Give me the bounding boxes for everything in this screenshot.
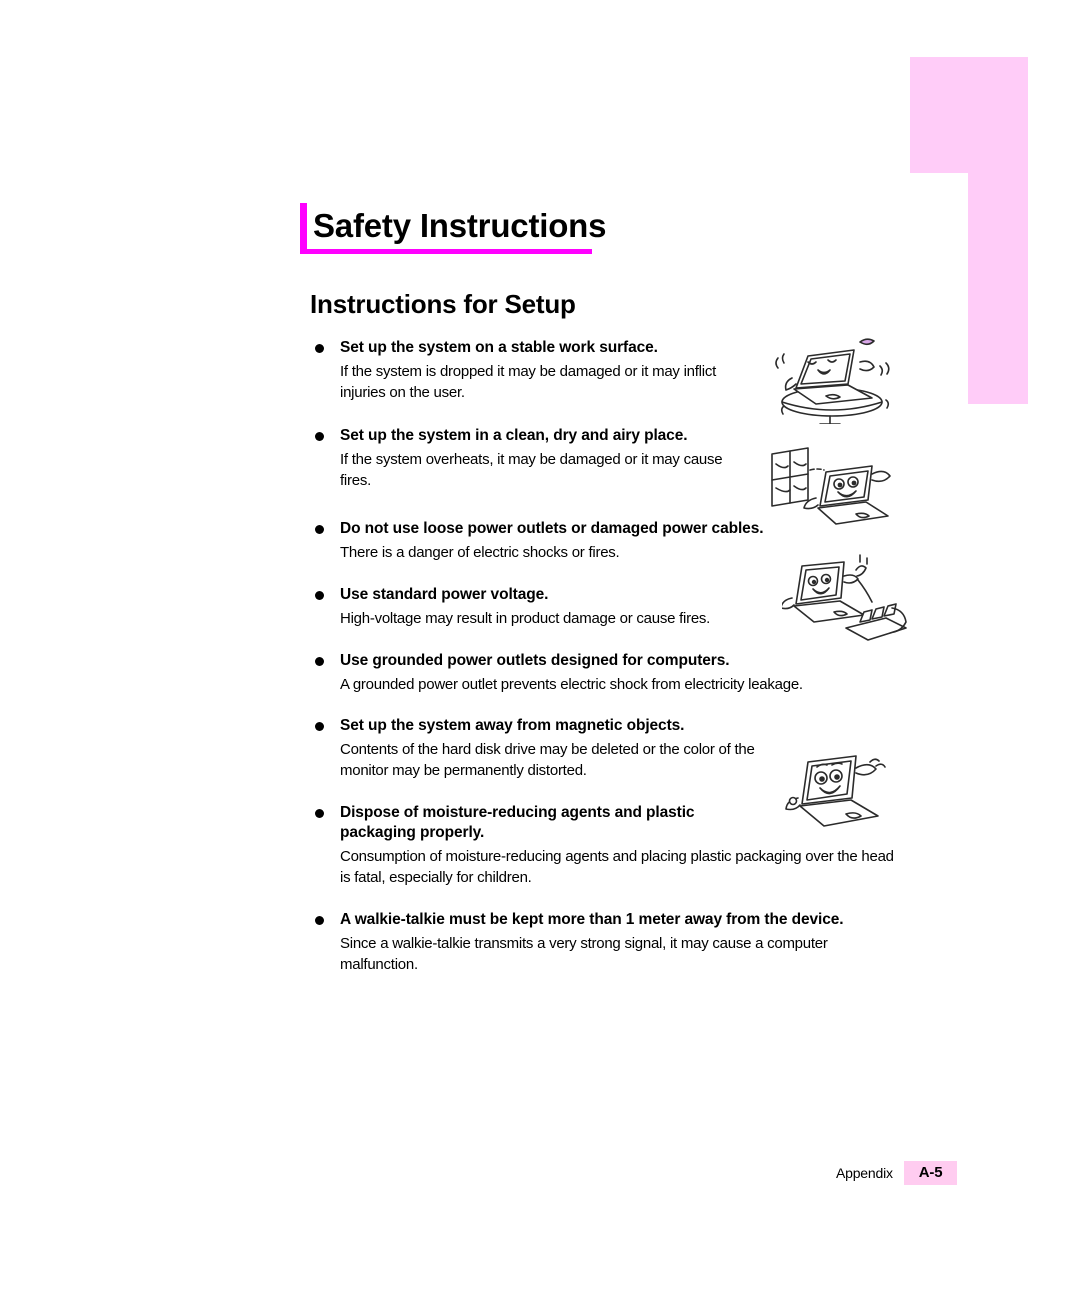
page-title-block: Safety Instructions — [300, 203, 607, 254]
bullet-icon — [315, 432, 324, 441]
bullet-icon — [315, 657, 324, 666]
list-item-body: Contents of the hard disk drive may be d… — [340, 741, 755, 779]
bullet-icon — [315, 722, 324, 731]
list-item-heading: Set up the system in a clean, dry and ai… — [340, 427, 688, 444]
list-item-body: Since a walkie-talkie transmits a very s… — [340, 935, 828, 973]
bullet-icon — [315, 344, 324, 353]
list-item-heading: Set up the system away from magnetic obj… — [340, 717, 685, 734]
list-item-body: If the system overheats, it may be damag… — [340, 451, 723, 489]
title-underline-rule — [300, 249, 592, 254]
safety-instruction-list: Set up the system on a stable work surfa… — [310, 338, 910, 993]
list-item-heading: A walkie-talkie must be kept more than 1… — [340, 911, 844, 928]
page-title: Safety Instructions — [313, 207, 607, 244]
list-item-body: Consumption of moisture-reducing agents … — [340, 848, 894, 886]
laptop-character-with-power-strip-illustration — [782, 554, 907, 641]
bullet-icon — [315, 809, 324, 818]
bullet-icon — [315, 916, 324, 925]
smiling-laptop-character-illustration — [785, 755, 886, 827]
footer: Appendix A-5 — [836, 1161, 958, 1185]
bullet-icon — [315, 525, 324, 534]
chapter-numeral-1 — [910, 57, 1028, 404]
list-item-body: There is a danger of electric shocks or … — [340, 544, 620, 561]
footer-label: Appendix — [836, 1165, 893, 1181]
list-item-heading: Use grounded power outlets designed for … — [340, 652, 730, 669]
list-item-body: High-voltage may result in product damag… — [340, 610, 711, 627]
footer-page-number: A-5 — [903, 1161, 958, 1185]
list-item-body: If the system is dropped it may be damag… — [340, 363, 717, 401]
section-heading: Instructions for Setup — [310, 289, 576, 319]
list-item: Use grounded power outlets designed for … — [310, 651, 910, 695]
title-accent-bar — [300, 203, 307, 249]
list-item: A walkie-talkie must be kept more than 1… — [310, 910, 910, 975]
bullet-icon — [315, 591, 324, 600]
laptop-character-on-wobbling-table-illustration — [775, 338, 890, 424]
chapter-numeral-stem — [968, 57, 1028, 404]
list-item-heading: Do not use loose power outlets or damage… — [340, 520, 764, 537]
list-item-heading: Dispose of moisture-reducing agents and … — [340, 804, 695, 841]
laptop-character-beside-open-window-illustration — [771, 447, 891, 525]
list-item-body: A grounded power outlet prevents electri… — [340, 676, 803, 693]
